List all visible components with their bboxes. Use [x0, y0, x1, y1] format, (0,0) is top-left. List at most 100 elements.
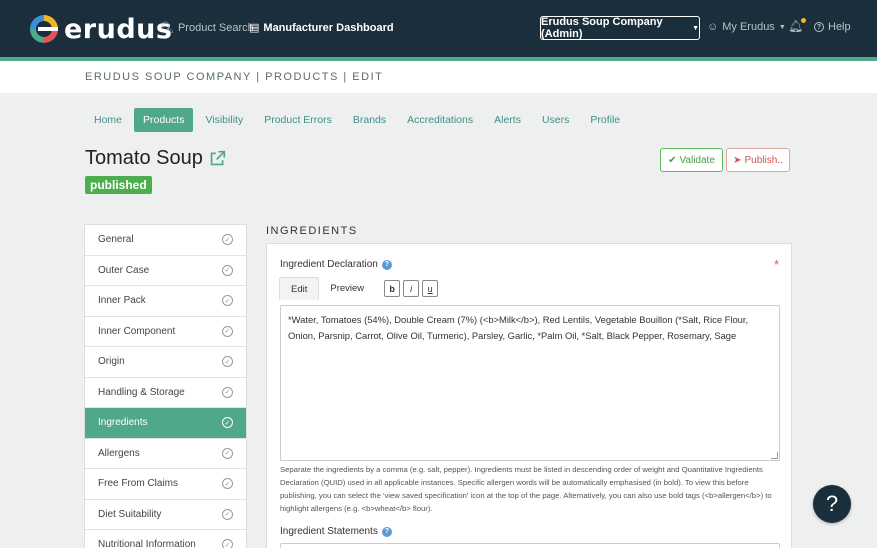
sidebar-item-handling-storage[interactable]: Handling & Storage ✓	[85, 378, 246, 408]
tab-preview[interactable]: Preview	[319, 277, 375, 300]
check-circle-icon: ✓	[222, 386, 233, 398]
check-circle-icon: ✓	[222, 478, 233, 490]
top-navbar: erudus 🔍︎ Product Search ▤ Manufacturer …	[0, 0, 877, 57]
underline-button[interactable]: u	[422, 280, 439, 297]
breadcrumb: ERUDUS SOUP COMPANY | PRODUCTS | EDIT	[85, 71, 384, 83]
sidebar-item-label: Inner Pack	[98, 295, 146, 307]
validate-label: Validate	[679, 154, 715, 166]
question-icon: ?	[814, 22, 824, 32]
sidebar-item-general[interactable]: General ✓	[85, 225, 246, 256]
breadcrumb-bar: ERUDUS SOUP COMPANY | PRODUCTS | EDIT	[0, 61, 877, 93]
ingredient-declaration-value: *Water, Tomatoes (54%), Double Cream (7%…	[288, 314, 749, 341]
tab-home[interactable]: Home	[85, 108, 131, 132]
ingredient-declaration-input[interactable]: *Water, Tomatoes (54%), Double Cream (7%…	[280, 305, 780, 461]
check-circle-icon: ✓	[222, 447, 233, 459]
ingredient-statements-input[interactable]	[280, 543, 780, 548]
sidebar-item-allergens[interactable]: Allergens ✓	[85, 439, 246, 469]
italic-button[interactable]: i	[403, 280, 420, 297]
question-circle-icon[interactable]: ?	[381, 259, 392, 270]
sidebar-item-outer-case[interactable]: Outer Case ✓	[85, 256, 246, 286]
sidebar-item-origin[interactable]: Origin ✓	[85, 347, 246, 378]
tab-products[interactable]: Products	[134, 108, 194, 132]
sidebar-item-label: Origin	[98, 356, 125, 368]
ingredient-help-text: Separate the ingredients by a comma (e.g…	[280, 465, 772, 513]
notification-dot	[801, 18, 807, 23]
resize-handle[interactable]	[771, 452, 778, 459]
caret-down-icon: ▼	[778, 23, 786, 31]
sidebar-item-label: General	[98, 234, 134, 246]
ingredient-declaration-label: Ingredient Declaration ?	[280, 259, 392, 270]
sidebar-item-inner-component[interactable]: Inner Component ✓	[85, 317, 246, 347]
company-select[interactable]: Erudus Soup Company (Admin) ▼	[540, 16, 700, 40]
sidebar-item-label: Outer Case	[98, 264, 150, 276]
publish-button[interactable]: ➤ Publish..	[726, 148, 790, 172]
sidebar-item-label: Inner Component	[98, 325, 176, 337]
sidebar-item-label: Allergens	[98, 447, 140, 459]
manufacturer-dashboard-label: Manufacturer Dashboard	[263, 21, 394, 34]
check-circle-icon: ✓	[222, 508, 233, 520]
bold-button[interactable]: b	[384, 280, 401, 297]
erudus-logo[interactable]: erudus	[30, 13, 173, 45]
help-fab-button[interactable]: ?	[813, 485, 851, 523]
my-erudus-menu[interactable]: ☺ My Erudus ▼	[707, 21, 786, 33]
status-badge: published	[85, 176, 152, 194]
ingredient-declaration-text: Ingredient Declaration	[280, 259, 378, 270]
caret-down-icon: ▼	[692, 24, 699, 32]
check-circle-icon: ✓	[222, 234, 233, 246]
tab-brands[interactable]: Brands	[344, 108, 395, 132]
tab-product-errors[interactable]: Product Errors	[255, 108, 341, 132]
question-circle-icon[interactable]: ?	[381, 526, 392, 537]
tab-users[interactable]: Users	[533, 108, 578, 132]
product-search-label: Product Search	[177, 21, 254, 34]
tab-edit[interactable]: Edit	[279, 277, 320, 300]
sidebar-item-label: Nutritional Information	[98, 539, 196, 548]
check-circle-icon: ✓	[222, 325, 233, 337]
ingredient-statements-label: Ingredient Statements ?	[280, 526, 392, 537]
check-circle-icon: ✓	[222, 417, 233, 429]
product-search-link[interactable]: 🔍︎ Product Search	[160, 21, 254, 35]
bell-icon: 🔔︎	[788, 18, 807, 33]
external-link-icon[interactable]	[209, 150, 226, 167]
logo-text: erudus	[64, 13, 173, 45]
section-heading: INGREDIENTS	[266, 225, 358, 237]
tab-alerts[interactable]: Alerts	[485, 108, 530, 132]
sidebar-item-free-from-claims[interactable]: Free From Claims ✓	[85, 469, 246, 500]
editor-tabs: Edit Preview b i u	[279, 277, 439, 300]
erudus-logo-icon	[30, 15, 58, 43]
manufacturer-dashboard-link[interactable]: ▤ Manufacturer Dashboard	[249, 21, 394, 35]
my-erudus-label: My Erudus	[722, 21, 775, 33]
page-title: Tomato Soup	[85, 147, 226, 170]
spec-sidebar: General ✓ Outer Case ✓ Inner Pack ✓ Inner C…	[84, 224, 247, 548]
product-title: Tomato Soup	[85, 147, 203, 169]
publish-label: Publish..	[744, 154, 783, 166]
validate-button[interactable]: ✔ Validate	[660, 148, 723, 172]
tab-profile[interactable]: Profile	[581, 108, 629, 132]
chart-icon: ▤	[249, 22, 260, 34]
paper-plane-icon: ➤	[733, 154, 742, 166]
tab-accreditations[interactable]: Accreditations	[398, 108, 482, 132]
sidebar-item-diet-suitability[interactable]: Diet Suitability ✓	[85, 500, 246, 530]
help-link[interactable]: ? Help	[814, 21, 851, 33]
sidebar-item-label: Handling & Storage	[98, 386, 185, 398]
sidebar-item-label: Diet Suitability	[98, 508, 162, 520]
user-icon: ☺	[707, 21, 719, 33]
ingredient-statements-text: Ingredient Statements	[280, 526, 378, 537]
search-icon: 🔍︎	[160, 22, 174, 34]
sidebar-item-ingredients[interactable]: Ingredients ✓	[85, 408, 246, 439]
sidebar-item-nutritional-information[interactable]: Nutritional Information ✓	[85, 530, 246, 548]
check-circle-icon: ✓	[222, 295, 233, 307]
sidebar-item-inner-pack[interactable]: Inner Pack ✓	[85, 286, 246, 317]
check-circle-icon: ✓	[222, 539, 233, 548]
company-select-label: Erudus Soup Company (Admin)	[541, 16, 663, 40]
section-tabs: Home Products Visibility Product Errors …	[85, 108, 632, 132]
check-circle-icon: ✓	[222, 264, 233, 276]
ingredients-panel: Ingredient Declaration ? * Edit Preview …	[266, 243, 792, 548]
shield-check-icon: ✔	[668, 154, 677, 166]
notifications-button[interactable]: 🔔︎	[788, 18, 807, 33]
check-circle-icon: ✓	[222, 356, 233, 368]
help-label: Help	[828, 21, 851, 33]
tab-visibility[interactable]: Visibility	[196, 108, 252, 132]
required-asterisk: *	[773, 257, 779, 272]
sidebar-item-label: Free From Claims	[98, 478, 179, 490]
sidebar-item-label: Ingredients	[98, 417, 148, 429]
